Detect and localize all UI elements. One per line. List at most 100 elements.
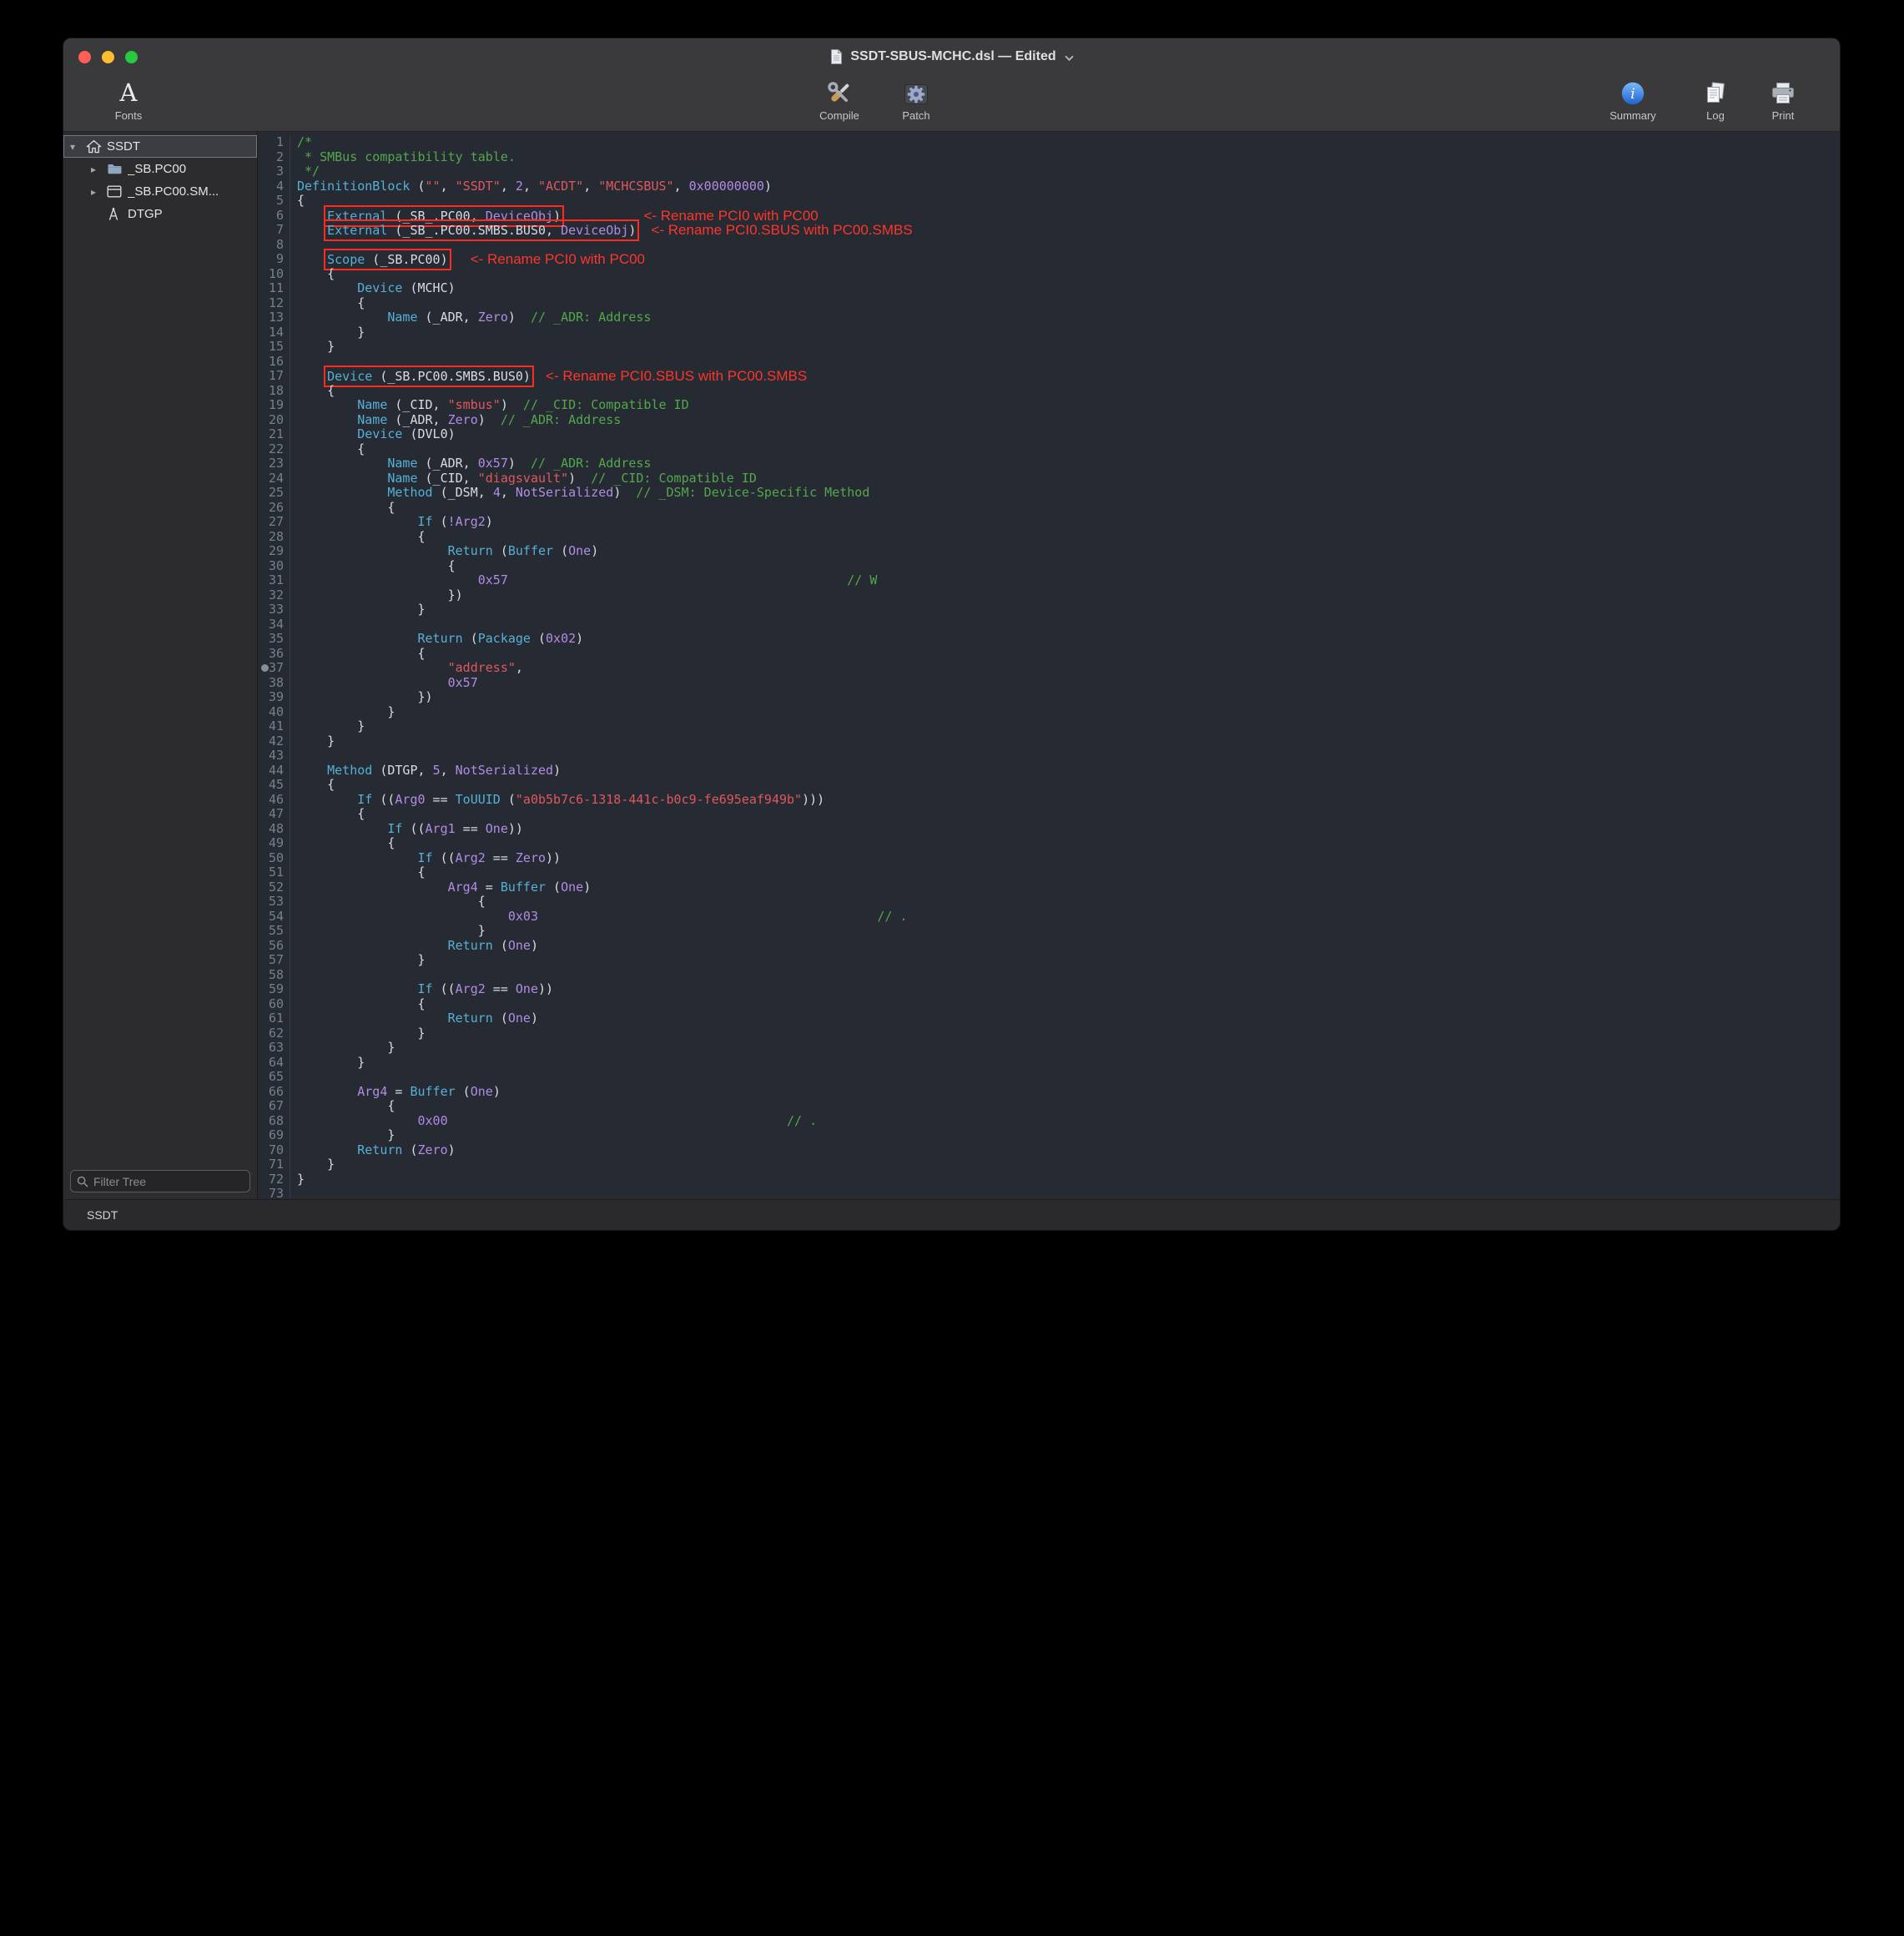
code-line[interactable]: 15 } [258,340,1840,355]
code-line[interactable]: 50 If ((Arg2 == Zero)) [258,851,1840,866]
code-line[interactable]: 7 External (_SB_.PC00.SMBS.BUS0, DeviceO… [258,223,1840,238]
code-line[interactable]: 27 If (!Arg2) [258,515,1840,530]
code-line[interactable]: 71 } [258,1157,1840,1172]
sidebar-item-ssdt[interactable]: ▾ SSDT [63,135,257,158]
code-line[interactable]: 62 } [258,1026,1840,1041]
code-line[interactable]: 65 [258,1070,1840,1085]
code-line[interactable]: 54 0x03 // . [258,910,1840,925]
code-text: External (_SB_.PC00.SMBS.BUS0, DeviceObj… [290,223,913,238]
code-line[interactable]: 11 Device (MCHC) [258,281,1840,296]
code-line[interactable]: 63 } [258,1041,1840,1056]
code-line[interactable]: 58 [258,968,1840,983]
compile-button[interactable]: Compile [804,78,874,122]
code-text: If (!Arg2) [290,515,493,530]
code-line[interactable]: 37 "address", [258,661,1840,676]
code-line[interactable]: 16 [258,355,1840,370]
disclosure-triangle-icon[interactable]: ▾ [70,141,86,153]
code-line[interactable]: 1/* [258,135,1840,150]
code-line[interactable]: 23 Name (_ADR, 0x57) // _ADR: Address [258,456,1840,471]
code-line[interactable]: 51 { [258,865,1840,880]
code-line[interactable]: 3 */ [258,164,1840,179]
sidebar-item-sb-pc00[interactable]: ▸_SB.PC00 [63,158,257,180]
code-line[interactable]: 25 Method (_DSM, 4, NotSerialized) // _D… [258,486,1840,501]
code-line[interactable]: 26 { [258,501,1840,516]
zoom-button[interactable] [125,51,138,63]
code-text: Device (MCHC) [290,281,456,296]
code-line[interactable]: 57 } [258,953,1840,968]
disclosure-triangle-icon[interactable]: ▸ [91,186,107,198]
code-line[interactable]: 10 { [258,267,1840,282]
code-line[interactable]: 47 { [258,807,1840,822]
code-line[interactable]: 45 { [258,778,1840,793]
code-line[interactable]: 53 { [258,895,1840,910]
code-line[interactable]: 60 { [258,997,1840,1012]
code-line[interactable]: 12 { [258,296,1840,311]
code-line[interactable]: 36 { [258,647,1840,662]
code-line[interactable]: 52 Arg4 = Buffer (One) [258,880,1840,895]
window-title[interactable]: SSDT-SBUS-MCHC.dsl — Edited [829,48,1073,65]
code-line[interactable]: 31 0x57 // W [258,573,1840,588]
code-line[interactable]: 20 Name (_ADR, Zero) // _ADR: Address [258,413,1840,428]
print-button[interactable]: Print [1748,78,1818,122]
line-number: 27 [258,515,290,530]
code-line[interactable]: 33 } [258,602,1840,618]
code-line[interactable]: 8 [258,238,1840,253]
code-line[interactable]: 17 Device (_SB.PC00.SMBS.BUS0) <- Rename… [258,369,1840,384]
disclosure-triangle-icon[interactable]: ▸ [91,164,107,175]
code-text: } [290,719,365,734]
code-line[interactable]: 41 } [258,719,1840,734]
code-line[interactable]: 43 [258,749,1840,764]
patch-button[interactable]: Patch [881,78,951,122]
code-line[interactable]: 61 Return (One) [258,1011,1840,1026]
code-line[interactable]: 5{ [258,194,1840,209]
code-line[interactable]: 35 Return (Package (0x02) [258,632,1840,647]
code-line[interactable]: 70 Return (Zero) [258,1143,1840,1158]
code-line[interactable]: 34 [258,618,1840,633]
code-line[interactable]: 22 { [258,442,1840,457]
code-line[interactable]: 14 } [258,325,1840,340]
code-line[interactable]: 13 Name (_ADR, Zero) // _ADR: Address [258,310,1840,325]
code-line[interactable]: 46 If ((Arg0 == ToUUID ("a0b5b7c6-1318-4… [258,793,1840,808]
code-line[interactable]: 44 Method (DTGP, 5, NotSerialized) [258,764,1840,779]
sidebar-item-label: SSDT [107,139,140,154]
code-line[interactable]: 4DefinitionBlock ("", "SSDT", 2, "ACDT",… [258,179,1840,194]
close-button[interactable] [78,51,91,63]
code-line[interactable]: 66 Arg4 = Buffer (One) [258,1085,1840,1100]
code-line[interactable]: 28 { [258,530,1840,545]
code-line[interactable]: 72} [258,1172,1840,1187]
sidebar-item-dtgp[interactable]: DTGP [63,203,257,225]
code-line[interactable]: 69 } [258,1128,1840,1143]
log-button[interactable]: Log [1680,78,1750,122]
fonts-button[interactable]: A Fonts [93,78,164,122]
code-line[interactable]: 42 } [258,734,1840,749]
code-line[interactable]: 64 } [258,1056,1840,1071]
code-line[interactable]: 19 Name (_CID, "smbus") // _CID: Compati… [258,398,1840,413]
code-line[interactable]: 39 }) [258,690,1840,705]
line-number: 33 [258,602,290,618]
code-editor[interactable]: 1/*2 * SMBus compatibility table.3 */4De… [258,132,1840,1199]
code-line[interactable]: 49 { [258,836,1840,851]
code-line[interactable]: 55 } [258,924,1840,939]
code-line[interactable]: 59 If ((Arg2 == One)) [258,982,1840,997]
summary-button[interactable]: i Summary [1598,78,1668,122]
code-line[interactable]: 32 }) [258,588,1840,603]
code-line[interactable]: 56 Return (One) [258,939,1840,954]
code-line[interactable]: 2 * SMBus compatibility table. [258,150,1840,165]
code-line[interactable]: 73 [258,1187,1840,1199]
code-line[interactable]: 68 0x00 // . [258,1114,1840,1129]
code-line[interactable]: 40 } [258,705,1840,720]
code-line[interactable]: 29 Return (Buffer (One) [258,544,1840,559]
code-line[interactable]: 38 0x57 [258,676,1840,691]
code-line[interactable]: 67 { [258,1099,1840,1114]
code-line[interactable]: 6 External (_SB_.PC00, DeviceObj) <- Ren… [258,209,1840,224]
minimize-button[interactable] [102,51,114,63]
code-line[interactable]: 18 { [258,384,1840,399]
code-line[interactable]: 48 If ((Arg1 == One)) [258,822,1840,837]
code-line[interactable]: 24 Name (_CID, "diagsvault") // _CID: Co… [258,471,1840,487]
sidebar-item-sb-pc00-sm[interactable]: ▸_SB.PC00.SM... [63,180,257,203]
code-line[interactable]: 21 Device (DVL0) [258,427,1840,442]
code-line[interactable]: 30 { [258,559,1840,574]
filter-tree-input[interactable] [93,1175,244,1188]
line-number: 4 [258,179,290,194]
code-line[interactable]: 9 Scope (_SB.PC00) <- Rename PCI0 with P… [258,252,1840,267]
